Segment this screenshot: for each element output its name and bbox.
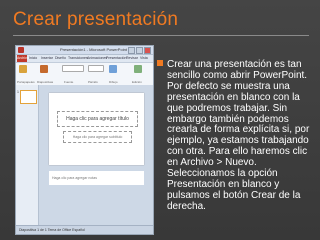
notes-placeholder[interactable]: Haga clic para agregar notas (49, 171, 144, 185)
title-divider (13, 35, 309, 36)
paste-icon[interactable] (19, 65, 27, 73)
tab-insertar[interactable]: Insertar (41, 56, 53, 60)
window-buttons (128, 47, 151, 54)
window-title: Presentación1 - Microsoft PowerPoint (60, 46, 127, 52)
font-select-icon[interactable] (62, 65, 84, 72)
slide-editor: Haga clic para agregar título Haga clic … (39, 85, 153, 226)
status-bar: Diapositiva 1 de 1 Tema de Office Españo… (16, 225, 153, 234)
group-fuente: Fuente (64, 80, 74, 84)
group-edicion: Edición (132, 80, 142, 84)
slide-thumbnails-pane: 1 (16, 85, 39, 226)
thumbnail-number: 1 (17, 90, 19, 94)
slide-thumbnail[interactable] (20, 90, 37, 104)
new-slide-icon[interactable] (40, 65, 48, 73)
maximize-icon[interactable] (136, 47, 143, 54)
tab-archivo[interactable]: Archivo (17, 55, 29, 62)
slide-page: Haga clic para agregar título Haga clic … (49, 93, 144, 165)
powerpoint-screenshot: Presentación1 - Microsoft PowerPoint Arc… (15, 45, 154, 235)
group-parrafo: Párrafo (88, 80, 98, 84)
close-icon[interactable] (144, 47, 151, 54)
tab-diseno[interactable]: Diseño (55, 56, 66, 60)
group-dibujo: Dibujo (109, 80, 118, 84)
shapes-icon[interactable] (109, 65, 117, 73)
tab-presentacion[interactable]: Presentación (106, 56, 126, 60)
tab-animaciones[interactable]: Animaciones (87, 56, 107, 60)
ribbon: Portapapeles Diapositivas Fuente Párrafo… (16, 62, 153, 86)
powerpoint-icon (18, 47, 24, 53)
bullet-icon (157, 60, 163, 66)
ribbon-tabs: Archivo Inicio Insertar Diseño Transicio… (16, 55, 153, 62)
tab-vista[interactable]: Vista (140, 56, 148, 60)
group-portapapeles: Portapapeles (17, 80, 35, 84)
slide-title: Crear presentación (13, 9, 179, 30)
minimize-icon[interactable] (128, 47, 135, 54)
find-icon[interactable] (134, 65, 142, 73)
tab-revisar[interactable]: Revisar (126, 56, 138, 60)
title-placeholder[interactable]: Haga clic para agregar título (57, 111, 138, 127)
paragraph-icon[interactable] (88, 65, 104, 72)
tab-transiciones[interactable]: Transiciones (68, 56, 88, 60)
window-titlebar: Presentación1 - Microsoft PowerPoint (16, 46, 153, 55)
slide: Crear presentación Presentación1 - Micro… (0, 0, 320, 240)
subtitle-placeholder[interactable]: Haga clic para agregar subtítulo (63, 131, 132, 143)
group-diapositivas: Diapositivas (37, 80, 54, 84)
slide-body-text: Crear una presentación es tan sencillo c… (167, 59, 310, 212)
tab-inicio[interactable]: Inicio (29, 56, 37, 60)
